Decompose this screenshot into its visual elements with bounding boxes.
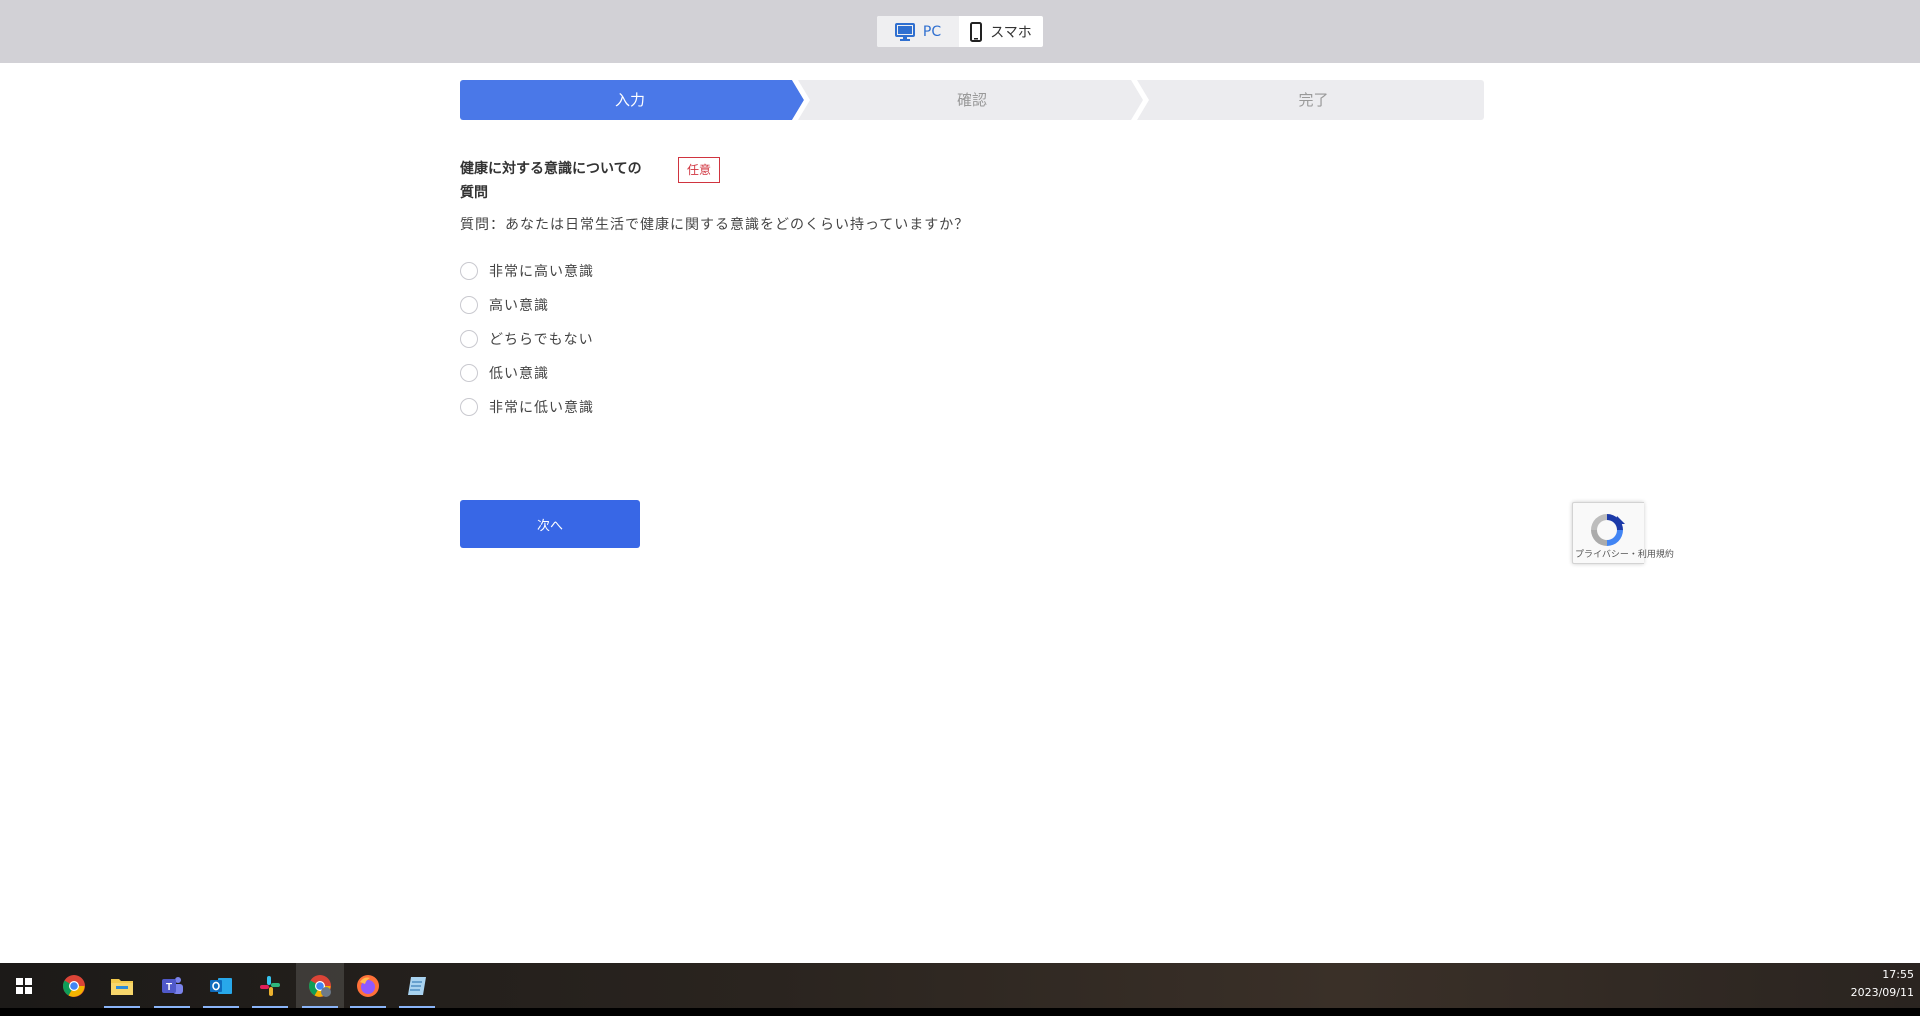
radio-button[interactable]	[460, 364, 478, 382]
clock-date: 2023/09/11	[1850, 986, 1914, 999]
option-low[interactable]: 低い意識	[460, 356, 594, 390]
option-label: 非常に高い意識	[489, 264, 594, 280]
question-title-line2: 質問	[460, 185, 488, 201]
monitor-icon	[894, 22, 915, 41]
next-button[interactable]: 次へ	[460, 500, 640, 548]
notepad-icon[interactable]	[393, 963, 441, 1008]
step-complete: 完了	[1298, 91, 1329, 109]
pc-view-button[interactable]: PC	[877, 16, 959, 47]
device-toggle: PC スマホ	[877, 16, 1043, 47]
chrome-profile-icon[interactable]	[296, 963, 344, 1008]
recaptcha-badge[interactable]: プライバシー・利用規約	[1572, 502, 1674, 564]
option-neutral[interactable]: どちらでもない	[460, 322, 594, 356]
question-text: 質問：あなたは日常生活で健康に関する意識をどのくらい持っていますか？	[460, 217, 970, 233]
option-label: 低い意識	[489, 366, 549, 382]
option-label: どちらでもない	[489, 332, 594, 348]
svg-text:T: T	[166, 982, 172, 993]
radio-button[interactable]	[460, 330, 478, 348]
question-title-line1: 健康に対する意識についての	[460, 161, 642, 177]
question-title: 健康に対する意識についての 質問	[460, 157, 670, 205]
smartphone-view-button[interactable]: スマホ	[959, 16, 1043, 47]
outlook-icon[interactable]	[197, 963, 245, 1008]
option-label: 非常に低い意識	[489, 400, 594, 416]
option-very-low[interactable]: 非常に低い意識	[460, 390, 594, 424]
file-explorer-icon[interactable]	[98, 963, 146, 1008]
recaptcha-links[interactable]: プライバシー・利用規約	[1575, 547, 1674, 560]
step-input: 入力	[614, 91, 645, 109]
screen-bottom-edge	[0, 1008, 1920, 1016]
step-confirm: 確認	[956, 91, 987, 109]
firefox-icon[interactable]	[344, 963, 392, 1008]
option-label: 高い意識	[489, 298, 549, 314]
slack-icon[interactable]	[246, 963, 294, 1008]
taskbar: T 17:55 2023/09/11	[0, 963, 1920, 1008]
taskbar-clock[interactable]: 17:55 2023/09/11	[1851, 966, 1914, 1002]
smartphone-view-label: スマホ	[990, 24, 1032, 41]
radio-button[interactable]	[460, 398, 478, 416]
device-preview-bar: PC スマホ	[0, 0, 1920, 63]
option-very-high[interactable]: 非常に高い意識	[460, 254, 594, 288]
radio-button[interactable]	[460, 262, 478, 280]
teams-icon[interactable]: T	[148, 963, 196, 1008]
radio-group: 非常に高い意識 高い意識 どちらでもない 低い意識 非常に低い意識	[460, 254, 594, 424]
optional-badge: 任意	[678, 157, 720, 183]
chrome-icon[interactable]	[50, 963, 98, 1008]
step-indicator: 入力 確認 完了	[460, 80, 1484, 120]
clock-time: 17:55	[1882, 968, 1914, 981]
smartphone-icon	[970, 21, 983, 42]
option-high[interactable]: 高い意識	[460, 288, 594, 322]
pc-view-label: PC	[922, 23, 942, 40]
windows-start-icon[interactable]	[0, 963, 48, 1008]
radio-button[interactable]	[460, 296, 478, 314]
